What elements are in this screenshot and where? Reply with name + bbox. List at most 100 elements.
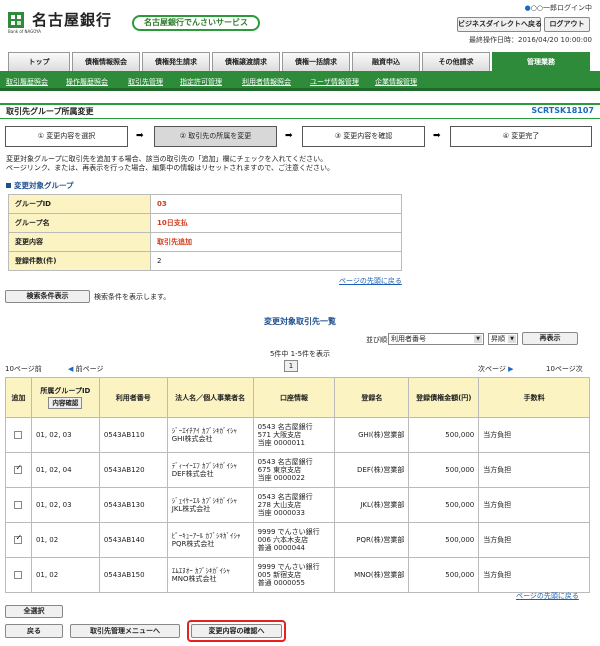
page-number[interactable]: 1	[284, 360, 298, 372]
subnav-partner-management[interactable]: 取引先管理	[128, 77, 163, 87]
sort-field-select[interactable]: 利用者番号 ▼	[388, 333, 484, 345]
step-arrow-icon: ➡	[136, 131, 144, 141]
account-bank: 0543 名古屋銀行	[257, 423, 313, 431]
account-cell: 0543 名古屋銀行 571 大阪支店 当座 0000011	[252, 417, 336, 453]
service-badge: 名古屋銀行でんさいサービス	[132, 15, 260, 31]
step-arrow-icon: ➡	[433, 131, 441, 141]
sort-order-value: 昇順	[491, 335, 505, 343]
reg-name-cell: MNO(株)営業部	[334, 557, 410, 593]
page-top-link[interactable]: ページの先頭に戻る	[339, 276, 402, 286]
account-branch: 571 大阪支店	[257, 431, 302, 439]
fee-cell: 当方負担	[478, 557, 590, 593]
prev-page-link[interactable]: ◀ 前ページ	[68, 364, 104, 374]
group-name-label: グループ名	[8, 213, 151, 233]
step-arrow-icon: ➡	[285, 131, 293, 141]
business-direct-button[interactable]: ビジネスダイレクトへ戻る	[457, 17, 542, 32]
tab-bond-issue[interactable]: 債権発生請求	[142, 52, 210, 71]
account-number: 当座 0000011	[257, 439, 305, 447]
corp-name: PQR株式会社	[171, 540, 215, 548]
tab-bond-transfer[interactable]: 債権譲渡請求	[212, 52, 280, 71]
search-condition-button[interactable]: 検索条件表示	[5, 290, 90, 303]
step-1: ① 変更内容を選択	[5, 126, 128, 147]
account-bank: 0543 名古屋銀行	[257, 458, 313, 466]
change-type-label: 変更内容	[8, 232, 151, 252]
group-name-value: 10日支払	[150, 213, 402, 233]
table-row: 01, 020543AB140ﾋﾟｰｷｭｰｱｰﾙ ｶﾌﾞｼｷｶﾞｲｼｬPQR株式…	[5, 522, 590, 558]
group-ids-cell: 01, 02, 03	[30, 417, 100, 453]
fee-cell: 当方負担	[478, 452, 590, 488]
add-checkbox[interactable]	[14, 431, 23, 439]
subnav-operation-history[interactable]: 操作履歴照会	[66, 77, 108, 87]
search-condition-text: 検索条件を表示します。	[94, 293, 171, 301]
sort-order-select[interactable]: 昇順 ▼	[488, 333, 518, 345]
instructions: 変更対象グループに取引先を追加する場合、該当の取引先の「追加」欄にチェックを入れ…	[6, 155, 334, 173]
content-confirm-button[interactable]: 内容確認	[48, 396, 83, 409]
tab-top[interactable]: トップ	[8, 52, 70, 71]
group-ids-cell: 01, 02, 04	[30, 452, 100, 488]
account-number: 当座 0000022	[257, 474, 305, 482]
table-row: 01, 02 0543AB150 ｴﾑｴﾇｵｰ ｶﾌﾞｼｷｶﾞｲｼｬ MNO株式会社 9…	[5, 557, 590, 593]
chevron-down-icon: ▼	[508, 335, 516, 343]
logout-button[interactable]: ログアウト	[544, 17, 590, 32]
header-fee: 手数料	[478, 377, 590, 418]
account-cell: 0543 名古屋銀行 675 東京支店 当座 0000022	[252, 452, 336, 488]
sort-label: 並び順:	[366, 336, 390, 344]
group-info-row: グループ名 10日支払	[8, 213, 402, 233]
corp-kana: ﾃﾞｨｰｲｰｴﾌ ｶﾌﾞｼｷｶﾞｲｼｬ	[171, 462, 237, 470]
table-row: 01, 02, 040543AB120ﾃﾞｨｰｲｰｴﾌ ｶﾌﾞｼｷｶﾞｲｼｬDE…	[5, 452, 590, 488]
corp-name-cell: ﾃﾞｨｰｲｰｴﾌ ｶﾌﾞｼｷｶﾞｲｼｬ DEF株式会社	[166, 452, 254, 488]
group-section-label: 変更対象グループ	[14, 181, 74, 190]
tab-bond-inquiry[interactable]: 債権情報照会	[72, 52, 140, 71]
tab-loan[interactable]: 融資申込	[352, 52, 420, 71]
next-arrow-icon: ▶	[508, 365, 514, 373]
user-no-cell: 0543AB150	[98, 557, 168, 593]
tab-management[interactable]: 管理業務	[492, 52, 590, 71]
subnav-company-info[interactable]: 企業情報管理	[375, 77, 417, 87]
sub-navigation: 取引履歴照会 操作履歴照会 取引先管理 指定許可管理 利用者情報照会 ユーザ情報…	[0, 71, 600, 91]
group-ids-cell: 01, 02, 03	[30, 487, 100, 523]
subnav-user-management[interactable]: ユーザ情報管理	[310, 77, 359, 87]
table-row: 01, 02, 03 0543AB110 ｼﾞｰｴｲﾁｱｲ ｶﾌﾞｼｷｶﾞｲｼｬ GH…	[5, 417, 590, 453]
bank-logo-icon	[8, 12, 24, 28]
subnav-transaction-history[interactable]: 取引履歴照会	[6, 77, 48, 87]
instruction-line: 変更対象グループに取引先を追加する場合、該当の取引先の「追加」欄にチェックを入れ…	[6, 155, 328, 163]
result-count: 5件中 1-5件を表示	[269, 350, 331, 358]
tab-other[interactable]: その他請求	[422, 52, 490, 71]
table-row: 01, 02, 03 0543AB130 ｼﾞｪｲｹｰｴﾙ ｶﾌﾞｼｷｶﾞｲｼｬ JK…	[5, 487, 590, 523]
group-section-title: 変更対象グループ	[6, 180, 74, 191]
change-type-value: 取引先追加	[150, 232, 402, 252]
next-page-link[interactable]: 次ページ ▶	[478, 364, 514, 374]
account-branch: 675 東京支店	[257, 466, 302, 474]
corp-name: GHI株式会社	[171, 435, 213, 443]
add-checkbox[interactable]	[14, 534, 23, 544]
corp-name: JKL株式会社	[171, 505, 211, 513]
subnav-user-info[interactable]: 利用者情報照会	[242, 77, 291, 87]
step-2: ② 取引先の所属を変更	[154, 126, 277, 147]
highlight-frame	[187, 620, 286, 642]
corp-name-cell: ｼﾞｪｲｹｰｴﾙ ｶﾌﾞｼｷｶﾞｲｼｬ JKL株式会社	[166, 487, 254, 523]
step-3: ③ 変更内容を確認	[302, 126, 425, 147]
next-page-label: 次ページ	[478, 365, 506, 373]
prev-10-pages[interactable]: 10ページ前	[5, 364, 42, 374]
account-branch: 006 六本木支店	[257, 536, 309, 544]
page-top-link-bottom[interactable]: ページの先頭に戻る	[516, 591, 579, 601]
header-corp-name: 法人名／個人事業者名	[166, 377, 254, 418]
next-10-pages[interactable]: 10ページ次	[546, 364, 583, 374]
header-group-id-label: 所属グループID	[40, 386, 91, 395]
add-checkbox[interactable]	[14, 571, 23, 579]
sort-field-value: 利用者番号	[391, 335, 426, 343]
select-all-button[interactable]: 全選択	[5, 605, 63, 618]
redisplay-button[interactable]: 再表示	[522, 332, 578, 345]
add-checkbox[interactable]	[14, 464, 23, 474]
account-cell: 9999 でんさい銀行 005 新宿支店 普通 0000055	[252, 557, 336, 593]
user-no-cell: 0543AB120	[98, 452, 168, 488]
subnav-permission-management[interactable]: 指定許可管理	[180, 77, 222, 87]
tab-bond-bulk[interactable]: 債権一括請求	[282, 52, 350, 71]
fee-cell: 当方負担	[478, 487, 590, 523]
corp-name-cell: ﾋﾟｰｷｭｰｱｰﾙ ｶﾌﾞｼｷｶﾞｲｼｬ PQR株式会社	[166, 522, 254, 558]
add-checkbox[interactable]	[14, 501, 23, 509]
partner-menu-button[interactable]: 取引先管理メニューへ	[70, 624, 180, 638]
group-ids-cell: 01, 02	[30, 522, 100, 558]
back-button[interactable]: 戻る	[5, 624, 63, 638]
corp-kana: ｼﾞｪｲｹｰｴﾙ ｶﾌﾞｼｷｶﾞｲｼｬ	[171, 497, 237, 505]
